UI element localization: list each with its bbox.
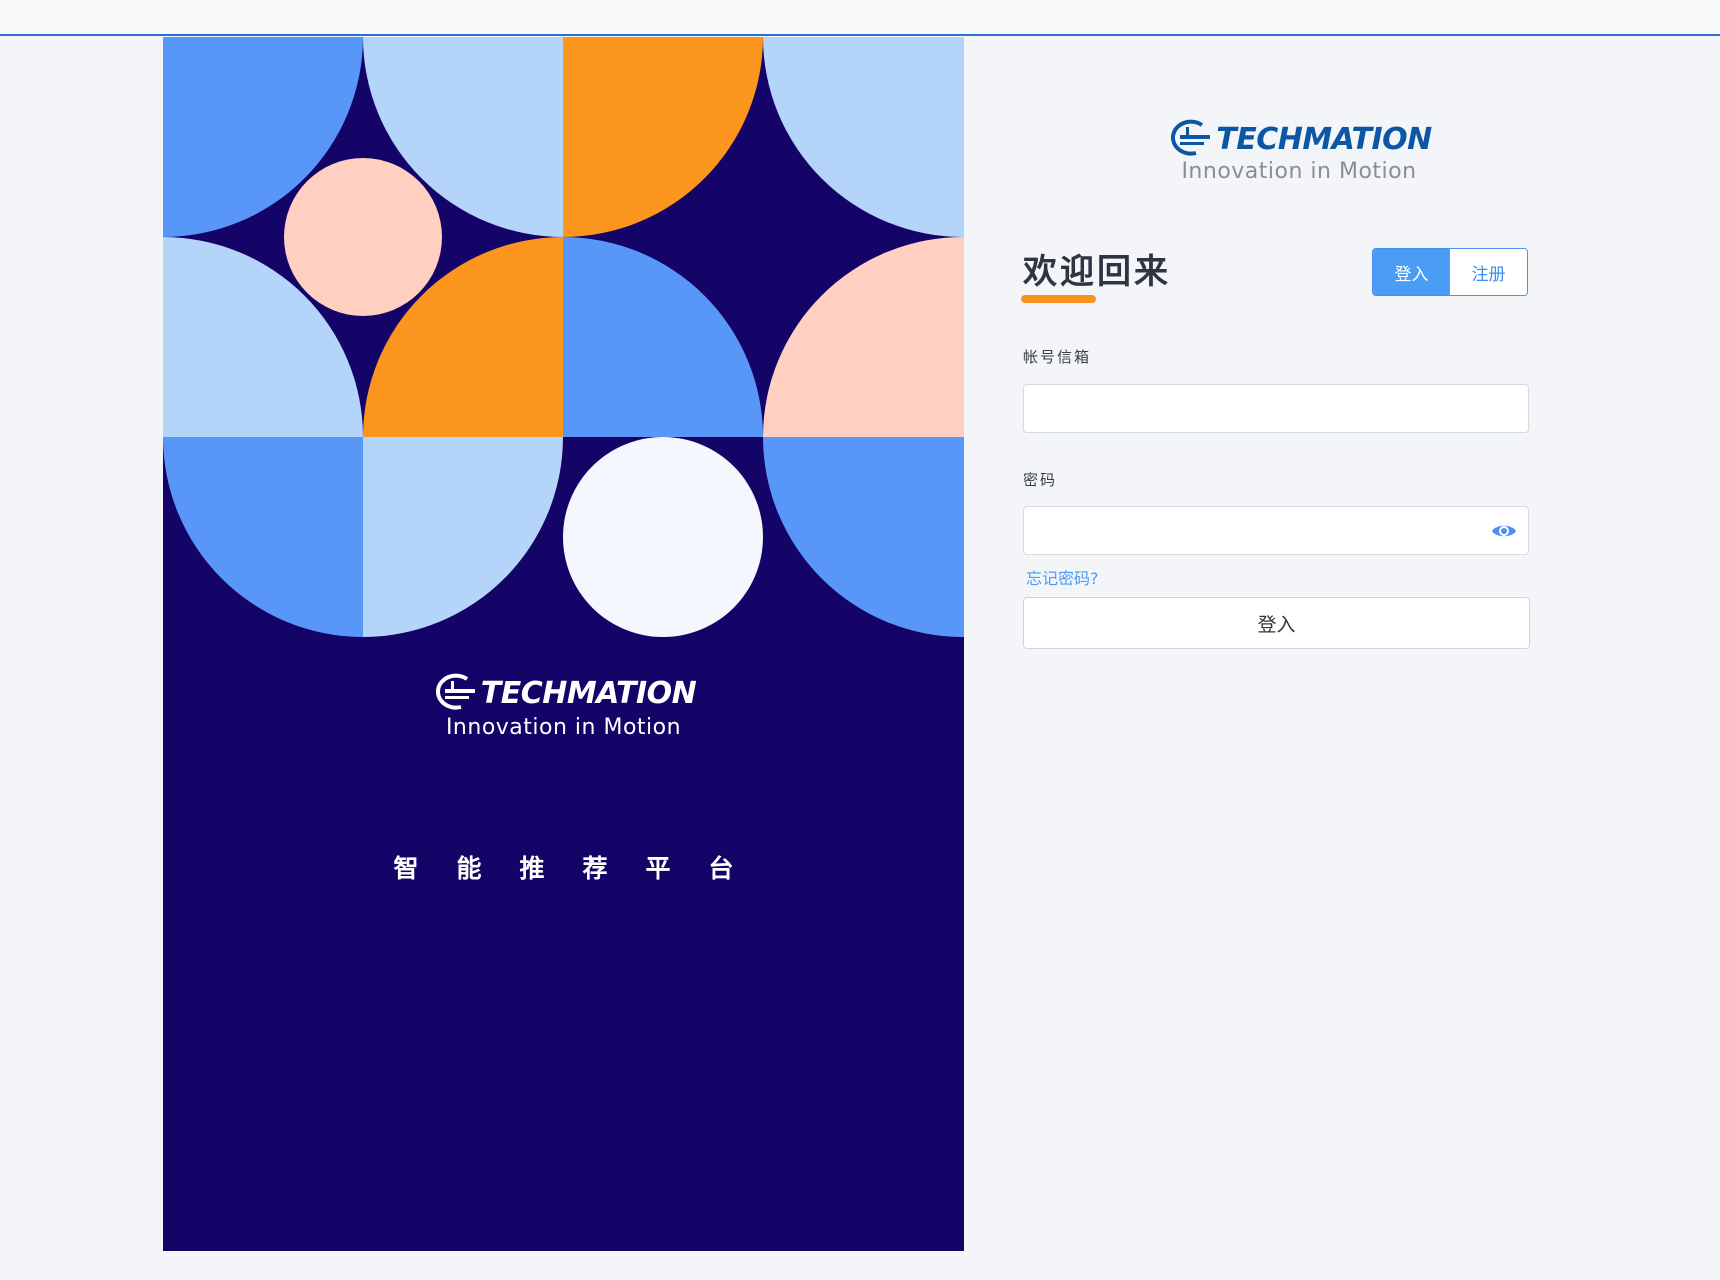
auth-tabs: 登入 注册 xyxy=(1372,248,1528,296)
brand-logo-white: TECHMATION Innovation in Motion xyxy=(163,673,964,740)
password-toggle-button[interactable] xyxy=(1489,516,1519,546)
login-panel: TECHMATION Innovation in Motion 欢迎回来 登入 … xyxy=(964,37,1720,1251)
brand-name: TECHMATION xyxy=(480,675,697,711)
brand-tagline: Innovation in Motion xyxy=(445,715,682,740)
brand-tagline: Innovation in Motion xyxy=(1181,159,1417,184)
welcome-underline xyxy=(1021,295,1096,303)
geometric-pattern xyxy=(163,37,964,637)
account-input[interactable] xyxy=(1023,384,1529,433)
password-label: 密码 xyxy=(1023,471,1058,489)
password-input[interactable] xyxy=(1023,506,1529,555)
account-label: 帐号信箱 xyxy=(1023,348,1092,366)
brand-panel: TECHMATION Innovation in Motion 智能推荐平台 xyxy=(163,37,964,1251)
brand-logo-blue: TECHMATION Innovation in Motion xyxy=(1149,119,1449,184)
platform-title: 智能推荐平台 xyxy=(393,854,772,883)
techmation-logo-icon xyxy=(435,673,475,710)
techmation-logo-icon xyxy=(1171,119,1211,156)
forgot-password-link[interactable]: 忘记密码? xyxy=(1026,565,1099,589)
tab-login[interactable]: 登入 xyxy=(1373,249,1450,295)
eye-icon xyxy=(1492,525,1516,537)
brand-name: TECHMATION xyxy=(1216,121,1432,157)
tab-register[interactable]: 注册 xyxy=(1450,249,1527,295)
browser-top-bar xyxy=(0,0,1720,36)
welcome-heading: 欢迎回来 xyxy=(1023,252,1171,292)
login-submit-button[interactable]: 登入 xyxy=(1023,597,1530,649)
